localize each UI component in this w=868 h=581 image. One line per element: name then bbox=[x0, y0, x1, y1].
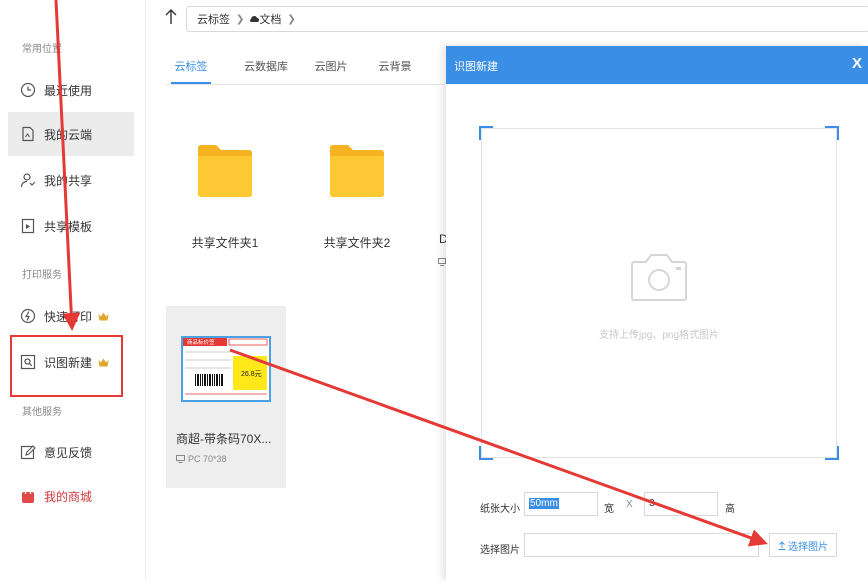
lightning-icon bbox=[20, 308, 36, 324]
tab-cloud-database[interactable]: 云数据库 bbox=[241, 56, 291, 82]
edit-icon bbox=[20, 444, 36, 460]
breadcrumb[interactable]: 云标签 ❯ 文档 ❯ bbox=[186, 6, 868, 32]
tab-cloud-label[interactable]: 云标签 bbox=[171, 56, 211, 84]
width-input[interactable]: 50mm bbox=[524, 492, 598, 516]
sidebar-item-label: 我的共享 bbox=[44, 173, 93, 188]
vip-crown-icon bbox=[98, 312, 109, 320]
thumb-title: 商品标价签 bbox=[187, 338, 215, 346]
image-path-input[interactable] bbox=[524, 533, 759, 557]
vip-crown-icon bbox=[98, 358, 109, 366]
section-common-places: 常用位置 bbox=[22, 44, 62, 55]
sidebar-item-my-shop[interactable]: 我的商城 bbox=[8, 474, 134, 518]
width-input-value: 50mm bbox=[529, 498, 559, 509]
sidebar-item-my-share[interactable]: 我的共享 bbox=[8, 158, 134, 202]
sidebar-item-label: 意见反馈 bbox=[44, 445, 93, 460]
sidebar-item-recent[interactable]: 最近使用 bbox=[8, 68, 134, 112]
sidebar-item-label: 共享模板 bbox=[44, 219, 93, 234]
sidebar-item-label: 最近使用 bbox=[44, 83, 93, 98]
width-unit: 宽 bbox=[604, 504, 614, 515]
sidebar-item-quick-print[interactable]: 快速打印 bbox=[8, 294, 134, 338]
thumb-price: 26.8元 bbox=[241, 370, 262, 378]
pc-icon bbox=[176, 455, 185, 463]
dialog-title: 识图新建 bbox=[454, 61, 498, 73]
height-input[interactable]: 3 bbox=[644, 492, 718, 516]
breadcrumb-current-label: 文档 bbox=[259, 14, 282, 26]
chevron-right-icon: ❯ bbox=[236, 13, 245, 25]
sidebar-item-shared-templates[interactable]: 共享模板 bbox=[8, 204, 134, 248]
chevron-right-icon: ❯ bbox=[287, 13, 296, 25]
choose-image-button-label: 选择图片 bbox=[788, 541, 828, 553]
sidebar-item-label: 我的商城 bbox=[44, 489, 93, 504]
sidebar-item-label: 快速打印 bbox=[44, 309, 93, 324]
paper-size-label: 纸张大小 bbox=[480, 504, 520, 515]
user-share-icon bbox=[20, 172, 36, 188]
section-print-services: 打印服务 bbox=[22, 270, 62, 281]
section-other-services: 其他服务 bbox=[22, 407, 62, 418]
breadcrumb-root[interactable]: 云标签 bbox=[197, 11, 230, 27]
times-sign: X bbox=[626, 499, 633, 510]
frame-corner bbox=[479, 446, 493, 460]
tab-cloud-images[interactable]: 云图片 bbox=[311, 56, 351, 82]
sidebar-item-image-create[interactable]: 识图新建 bbox=[8, 340, 134, 384]
template-meta-text: PC 70*38 bbox=[188, 454, 227, 464]
frame-corner bbox=[479, 126, 493, 140]
template-name: 商超-带条码70X... bbox=[176, 432, 272, 446]
template-icon bbox=[20, 218, 36, 234]
folder-item[interactable]: 共享文件夹2 bbox=[307, 142, 407, 251]
upload-hint: 支持上传jpg、png格式图片 bbox=[598, 330, 720, 341]
folder-item[interactable]: 共享文件夹1 bbox=[175, 142, 275, 251]
folder-icon bbox=[198, 145, 252, 197]
dialog-header: 识图新建 X bbox=[446, 46, 868, 84]
cloud-doc-icon bbox=[20, 126, 36, 142]
folder-name: 共享文件夹1 bbox=[191, 236, 259, 250]
upload-icon bbox=[778, 540, 786, 550]
template-card[interactable]: 商品标价签 26.8元 商超-带条码70X... PC 70*38 bbox=[166, 306, 286, 488]
content-tabs: 云标签 云数据库 云图片 云背景 bbox=[165, 56, 445, 85]
image-create-dialog: 识图新建 X 支持上传jpg、png格式图片 纸张大小 50mm 宽 X 3 高… bbox=[446, 46, 868, 581]
clock-icon bbox=[20, 82, 36, 98]
folder-icon bbox=[330, 145, 384, 197]
sidebar-item-label: 识图新建 bbox=[44, 355, 93, 370]
choose-image-label: 选择图片 bbox=[480, 545, 520, 556]
frame-corner bbox=[825, 446, 839, 460]
breadcrumb-current[interactable]: 文档 bbox=[250, 11, 281, 27]
pc-icon bbox=[438, 258, 446, 266]
choose-image-button[interactable]: 选择图片 bbox=[769, 533, 837, 557]
template-meta: PC 70*38 bbox=[176, 454, 227, 464]
folder-name: 共享文件夹2 bbox=[323, 236, 391, 250]
scan-icon bbox=[20, 354, 36, 370]
template-thumbnail: 商品标价签 26.8元 bbox=[181, 336, 271, 402]
tab-cloud-background[interactable]: 云背景 bbox=[375, 56, 415, 82]
height-unit: 高 bbox=[725, 504, 735, 515]
image-upload-area[interactable]: 支持上传jpg、png格式图片 bbox=[479, 126, 839, 460]
frame-corner bbox=[825, 126, 839, 140]
shop-bag-icon bbox=[20, 488, 36, 504]
sidebar-item-feedback[interactable]: 意见反馈 bbox=[8, 430, 134, 474]
sidebar-item-my-cloud[interactable]: 我的云端 bbox=[8, 112, 134, 156]
sidebar: 常用位置 最近使用 我的云端 我的共享 共享模板 打印服务 快速打印 识图新建 … bbox=[0, 0, 146, 581]
sidebar-item-label: 我的云端 bbox=[44, 127, 93, 142]
camera-icon bbox=[631, 254, 687, 301]
path-toolbar: 云标签 ❯ 文档 ❯ bbox=[160, 4, 868, 34]
up-arrow-icon[interactable] bbox=[164, 8, 178, 26]
close-button[interactable]: X bbox=[852, 55, 862, 72]
cloud-icon bbox=[250, 16, 260, 23]
